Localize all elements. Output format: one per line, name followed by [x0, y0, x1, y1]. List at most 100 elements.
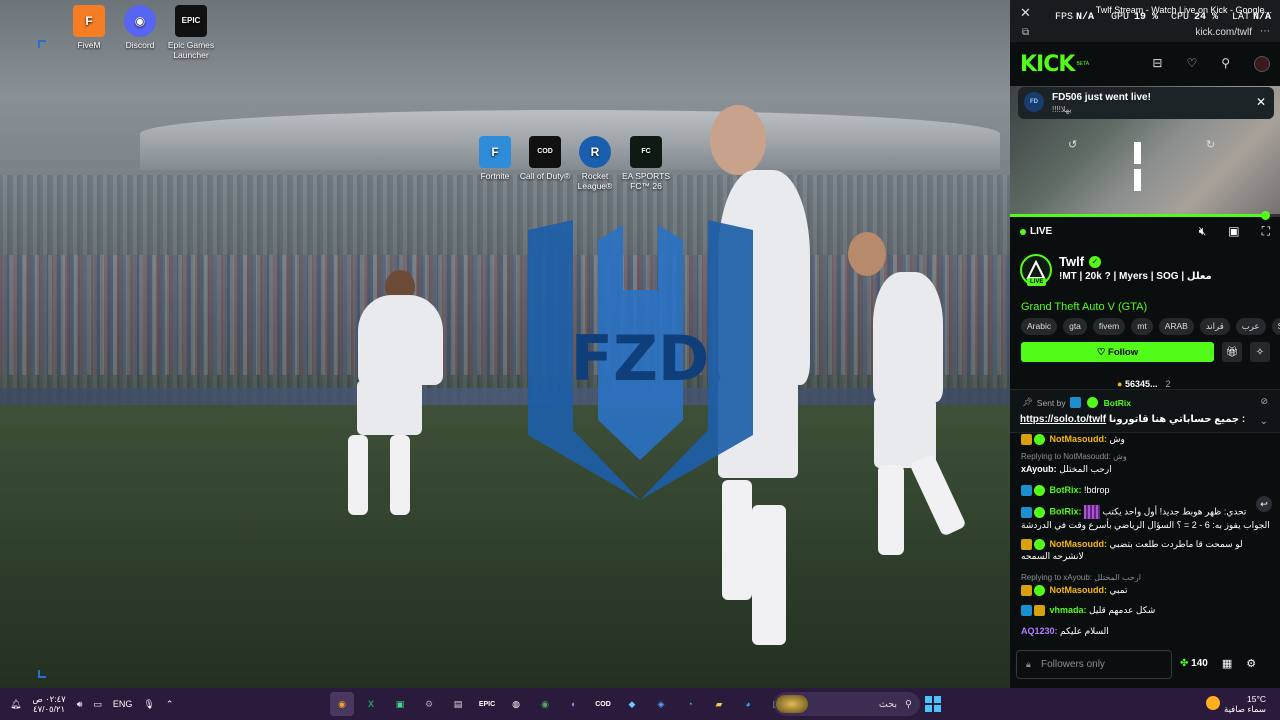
- desktop-icon-fivem[interactable]: F FiveM: [60, 5, 118, 50]
- clock[interactable]: ٠٢:٤٧ ص ٤٧/٠٥/٢١: [32, 694, 65, 714]
- chat-text: ارحب المختلل: [1059, 464, 1112, 474]
- tag[interactable]: fivem: [1092, 318, 1126, 335]
- gta-icon[interactable]: ◍: [504, 692, 528, 716]
- epic-games-icon[interactable]: EPIC: [475, 692, 499, 716]
- chat-username[interactable]: NotMasoudd:: [1050, 585, 1108, 595]
- desktop-icon-epic-games[interactable]: EPIC Epic Games Launcher: [162, 5, 220, 60]
- chat-username[interactable]: AQ1230:: [1021, 626, 1058, 636]
- store-icon[interactable]: ▤: [446, 692, 470, 716]
- screenshot-icon[interactable]: ▣: [388, 692, 412, 716]
- user-avatar[interactable]: [1254, 56, 1270, 72]
- fullscreen-icon[interactable]: ⛶: [1262, 224, 1270, 239]
- fzd-logo: FZD: [528, 220, 753, 500]
- tag[interactable]: gta: [1063, 318, 1087, 335]
- chat-username[interactable]: NotMasoudd:: [1050, 539, 1108, 549]
- rocket-league-icon[interactable]: ◈: [649, 692, 673, 716]
- pin-message-icon: 📌︎: [1022, 397, 1033, 407]
- pin-icon[interactable]: ⧉: [1022, 27, 1029, 38]
- pinned-link[interactable]: https://solo.to/twlf: [1020, 414, 1106, 425]
- pinned-sender[interactable]: BotRix: [1104, 398, 1131, 408]
- chat-username[interactable]: BotRix:: [1050, 485, 1082, 495]
- progress-knob[interactable]: [1261, 211, 1270, 220]
- verified-badge-icon: [1034, 506, 1045, 518]
- volume-icon[interactable]: 🔊︎: [77, 699, 83, 710]
- rewind-icon[interactable]: ↺: [1068, 138, 1077, 151]
- language-indicator[interactable]: ENG: [113, 699, 133, 709]
- chat-text: وش: [1109, 434, 1125, 444]
- microphone-icon[interactable]: 🎙︎: [143, 699, 154, 710]
- file-explorer-icon[interactable]: ▰: [707, 692, 731, 716]
- edge-blue-icon[interactable]: ◕: [736, 692, 760, 716]
- video-player[interactable]: FD FD506 just went live! !!!!يهلا ✕ ↺ ↻: [1010, 86, 1280, 214]
- chat-input[interactable]: 🔒︎ Followers only: [1016, 650, 1172, 679]
- search-icon[interactable]: ⚲: [1221, 56, 1230, 72]
- call-of-duty-icon[interactable]: COD: [591, 692, 615, 716]
- chat-messages: NotMasoudd: وش Replying to NotMasoudd: و…: [1010, 432, 1280, 646]
- scroll-to-latest-icon[interactable]: ↩: [1256, 496, 1272, 512]
- player-sock: [348, 435, 368, 515]
- tag[interactable]: mt: [1131, 318, 1153, 335]
- channel-points[interactable]: ✤ 140: [1180, 658, 1208, 669]
- theater-mode-icon[interactable]: ▣: [1228, 224, 1239, 239]
- weather-sun-icon: [1206, 696, 1220, 710]
- notification-bell-icon[interactable]: 🔔︎: [10, 699, 21, 710]
- close-notification-icon[interactable]: ✕: [1256, 95, 1266, 109]
- discord-icon[interactable]: ◐: [562, 692, 586, 716]
- desktop-icon-ea-sports-fc[interactable]: FC EA SPORTS FC™ 26: [617, 136, 675, 191]
- taskbar-search[interactable]: بحث ⚲: [774, 692, 920, 716]
- chevron-up-icon[interactable]: ⌃: [166, 699, 174, 710]
- player-shirt: [873, 272, 943, 402]
- desktop-icon-discord[interactable]: ◉ Discord: [111, 5, 169, 50]
- desktop-icon-label: EA SPORTS FC™ 26: [621, 171, 671, 191]
- emote-picker-icon[interactable]: ▦: [1222, 657, 1232, 670]
- tag[interactable]: قراند: [1199, 318, 1230, 335]
- follow-button[interactable]: ♡ Follow: [1021, 342, 1214, 362]
- channel-name-row: Twlf ✓: [1059, 254, 1102, 269]
- gpu-label: GPU: [1111, 12, 1130, 23]
- pause-icon[interactable]: [1134, 142, 1156, 191]
- chat-username[interactable]: xAyoub:: [1021, 464, 1057, 474]
- chat-reply: Replying to NotMasoudd: وش: [1021, 452, 1127, 461]
- fivem-icon[interactable]: ◆: [620, 692, 644, 716]
- edge-icon[interactable]: ◔: [678, 692, 702, 716]
- crown-badge-icon: [1034, 605, 1045, 617]
- chrome-icon[interactable]: ◉: [533, 692, 557, 716]
- tag[interactable]: Arabic: [1021, 318, 1058, 335]
- epic-games-icon: EPIC: [175, 5, 207, 37]
- fps-value: N/A: [1076, 12, 1095, 23]
- browse-icon[interactable]: ⊟: [1152, 56, 1162, 72]
- chat-username[interactable]: vhmada:: [1050, 605, 1087, 615]
- excel-icon[interactable]: X: [359, 692, 383, 716]
- tag[interactable]: So: [1271, 318, 1280, 335]
- crown-badge-icon: [1021, 585, 1032, 597]
- viewer-count: ● 56345... 2: [1117, 379, 1171, 389]
- live-notification[interactable]: FD FD506 just went live! !!!!يهلا ✕: [1018, 87, 1274, 119]
- kick-logo[interactable]: KICK: [1020, 52, 1075, 77]
- windows-start-icon[interactable]: [925, 696, 941, 712]
- settings-icon[interactable]: ⚙: [417, 692, 441, 716]
- chat-settings-icon[interactable]: ⚙: [1246, 657, 1256, 670]
- points-value: 140: [1191, 658, 1208, 669]
- desktop-icon-rocket-league[interactable]: R Rocket League®: [566, 136, 624, 191]
- chat-message: BotRix: تحدي: ظهر هوبط جديد! أول واحد يك…: [1021, 505, 1270, 531]
- chevron-down-icon[interactable]: ⌄: [1260, 416, 1268, 427]
- weather-widget[interactable]: 15°C سماء صافية: [1206, 694, 1266, 714]
- network-icon[interactable]: ▭: [93, 699, 102, 710]
- stream-category[interactable]: Grand Theft Auto V (GTA): [1021, 301, 1147, 313]
- search-highlight-icon: [776, 695, 808, 713]
- tag[interactable]: عرب: [1235, 318, 1266, 335]
- mute-icon[interactable]: 🔇︎: [1199, 224, 1207, 239]
- hide-pinned-icon[interactable]: ⊘: [1260, 396, 1268, 407]
- channel-name[interactable]: Twlf: [1059, 254, 1084, 269]
- chat-username[interactable]: BotRix:: [1050, 506, 1082, 516]
- chat-username[interactable]: NotMasoudd:: [1050, 434, 1108, 444]
- tag[interactable]: ARAB: [1158, 318, 1194, 335]
- following-heart-icon[interactable]: ♡: [1186, 56, 1197, 72]
- video-progress-bar[interactable]: [1010, 211, 1280, 220]
- forward-icon[interactable]: ↻: [1206, 138, 1215, 151]
- gift-icon[interactable]: 🎁︎: [1222, 342, 1242, 362]
- more-actions-icon[interactable]: ✧: [1250, 342, 1270, 362]
- more-options-icon[interactable]: ⋯: [1260, 26, 1270, 37]
- follow-label: Follow: [1108, 346, 1139, 358]
- chrome-orange-icon[interactable]: ◉: [330, 692, 354, 716]
